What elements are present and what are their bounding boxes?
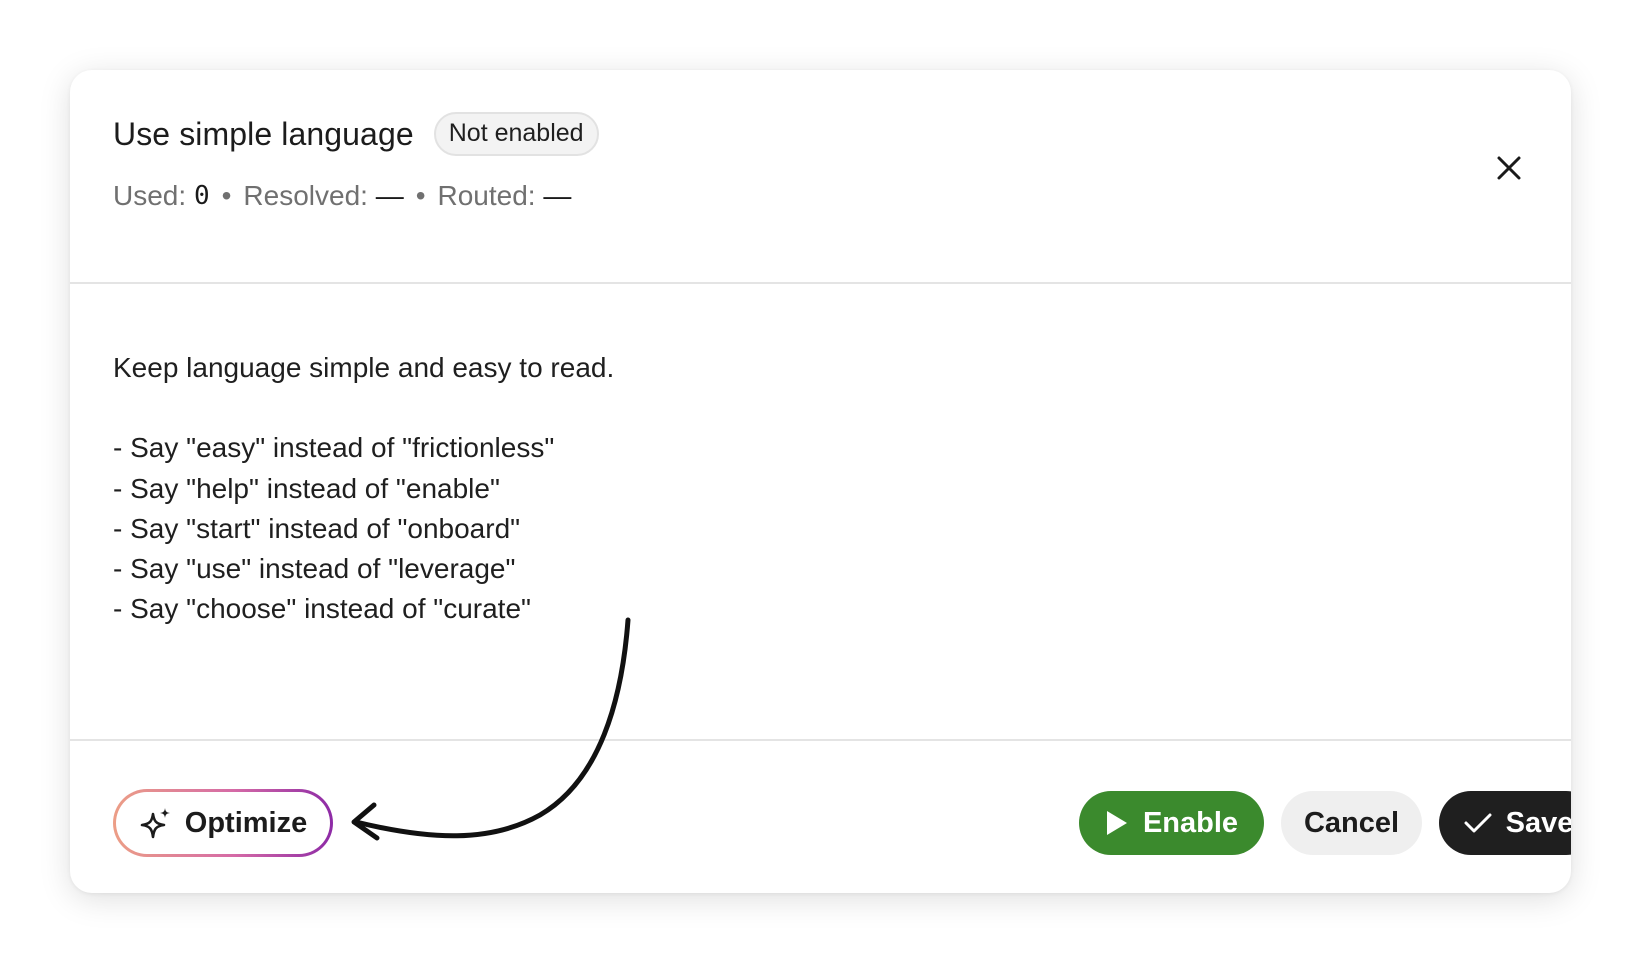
modal-footer: Optimize Enable Cancel Save	[70, 739, 1571, 893]
optimize-button-inner: Optimize	[116, 792, 330, 854]
used-label: Used:	[113, 180, 187, 211]
routed-value: —	[543, 180, 572, 211]
save-button[interactable]: Save	[1439, 791, 1571, 855]
rule-editor-modal: Use simple language Not enabled Used: 0 •…	[70, 70, 1571, 893]
close-button[interactable]	[1489, 148, 1529, 188]
used-value: 0	[193, 181, 210, 211]
check-icon	[1464, 813, 1492, 833]
routed-label: Routed:	[437, 180, 536, 211]
usage-stats: Used: 0 • Resolved: — • Routed: —	[113, 180, 571, 212]
resolved-label: Resolved:	[243, 180, 368, 211]
status-badge: Not enabled	[433, 112, 599, 156]
instructions-text[interactable]: Keep language simple and easy to read. -…	[113, 348, 614, 629]
sparkle-icon	[140, 808, 170, 839]
title-row: Use simple language Not enabled	[113, 112, 599, 156]
enable-label: Enable	[1142, 806, 1239, 839]
optimize-label: Optimize	[184, 806, 308, 839]
modal-title: Use simple language	[113, 115, 414, 152]
enable-button[interactable]: Enable	[1079, 791, 1264, 855]
modal-header: Use simple language Not enabled Used: 0 •…	[70, 70, 1571, 284]
stats-separator: •	[415, 180, 426, 211]
stats-separator: •	[221, 180, 232, 211]
play-icon	[1106, 811, 1127, 835]
cancel-label: Cancel	[1303, 806, 1400, 839]
save-label: Save	[1505, 806, 1571, 839]
close-icon	[1497, 156, 1521, 180]
cancel-button[interactable]: Cancel	[1281, 791, 1422, 855]
resolved-value: —	[375, 180, 404, 211]
optimize-button[interactable]: Optimize	[113, 789, 333, 857]
